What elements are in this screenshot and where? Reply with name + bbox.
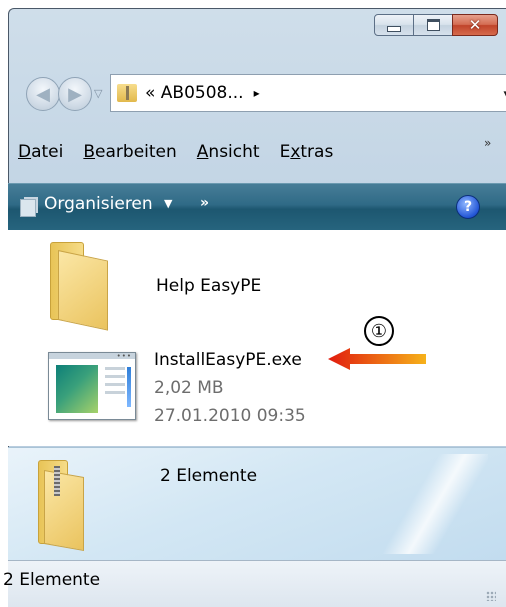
resize-grip-icon[interactable] — [486, 591, 496, 601]
menu-bearbeiten[interactable]: Bearbeiten — [83, 142, 176, 170]
file-size: 2,02 MB — [154, 378, 224, 398]
zip-folder-icon — [38, 460, 84, 552]
explorer-window: ✕ ◀ ▶ ▽ « AB0508... ▸ ▾ Datei Bearbeiten… — [0, 0, 506, 607]
details-item-count: 2 Elemente — [160, 466, 258, 486]
menu-datei[interactable]: Datei — [18, 142, 63, 170]
address-path[interactable]: « AB0508... — [145, 83, 244, 103]
navigation-bar: ◀ ▶ ▽ « AB0508... ▸ ▾ — [22, 74, 506, 114]
address-bar[interactable]: « AB0508... ▸ ▾ — [110, 74, 506, 112]
maximize-icon — [426, 19, 440, 31]
folder-icon[interactable] — [50, 242, 108, 331]
annotation-number-badge: ① — [364, 316, 394, 346]
details-pane: 2 Elemente — [8, 447, 506, 560]
exe-icon[interactable]: ••• — [48, 352, 136, 420]
minimize-button[interactable] — [374, 14, 414, 36]
back-button[interactable]: ◀ — [26, 77, 60, 111]
forward-button[interactable]: ▶ — [58, 77, 92, 111]
forward-arrow-icon: ▶ — [68, 83, 82, 105]
menu-overflow-icon[interactable]: » — [484, 136, 491, 150]
back-arrow-icon: ◀ — [36, 83, 50, 105]
breadcrumb-arrow-icon[interactable]: ▸ — [254, 86, 260, 100]
file-list: Help EasyPE ••• InstallEasyPE.exe 2,02 M… — [8, 230, 506, 446]
toolbar-overflow-icon[interactable]: » — [200, 195, 209, 211]
caption-buttons: ✕ — [374, 14, 498, 36]
maximize-button[interactable] — [413, 14, 453, 36]
organize-dropdown-icon[interactable]: ▼ — [164, 197, 172, 210]
menu-bar: Datei Bearbeiten Ansicht Extras — [18, 142, 353, 170]
annotation-arrow-icon — [328, 348, 426, 370]
recent-pages-dropdown[interactable]: ▽ — [94, 87, 102, 100]
close-button[interactable]: ✕ — [452, 14, 498, 36]
close-icon: ✕ — [468, 15, 482, 34]
status-item-count: 2 Elemente — [3, 570, 101, 590]
file-name-help-easype[interactable]: Help EasyPE — [156, 276, 261, 296]
menu-extras[interactable]: Extras — [280, 142, 334, 170]
status-bar: 2 Elemente — [3, 560, 506, 607]
organize-icon — [20, 199, 36, 217]
minimize-icon — [387, 26, 401, 32]
menu-ansicht[interactable]: Ansicht — [197, 142, 260, 170]
help-icon[interactable]: ? — [456, 195, 480, 219]
file-date: 27.01.2010 09:35 — [154, 406, 306, 426]
organize-button[interactable]: Organisieren — [44, 194, 153, 214]
command-bar: Organisieren ▼ » ? — [8, 183, 506, 230]
file-name-installeasype[interactable]: InstallEasyPE.exe — [154, 350, 302, 370]
zip-folder-icon — [117, 84, 137, 102]
